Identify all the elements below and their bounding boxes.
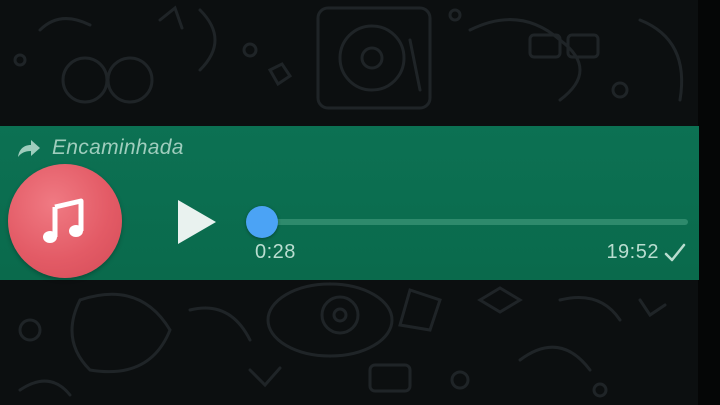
audio-message-bubble[interactable]: Encaminhada 0:28 19:52: [0, 126, 699, 280]
audio-progress-track[interactable]: [262, 219, 688, 225]
audio-duration: 0:28: [255, 241, 296, 263]
audio-seek-handle[interactable]: [246, 206, 278, 238]
message-timestamp: 19:52: [606, 241, 659, 263]
forward-arrow-icon: [18, 140, 40, 157]
check-icon: [664, 243, 686, 262]
window-edge: [698, 0, 720, 405]
play-icon: [178, 200, 216, 244]
music-note-icon: [8, 164, 122, 278]
music-note-glyph: [43, 198, 84, 243]
forwarded-text: Encaminhada: [52, 136, 184, 159]
forwarded-label: Encaminhada: [16, 136, 184, 160]
play-button[interactable]: [170, 196, 222, 248]
